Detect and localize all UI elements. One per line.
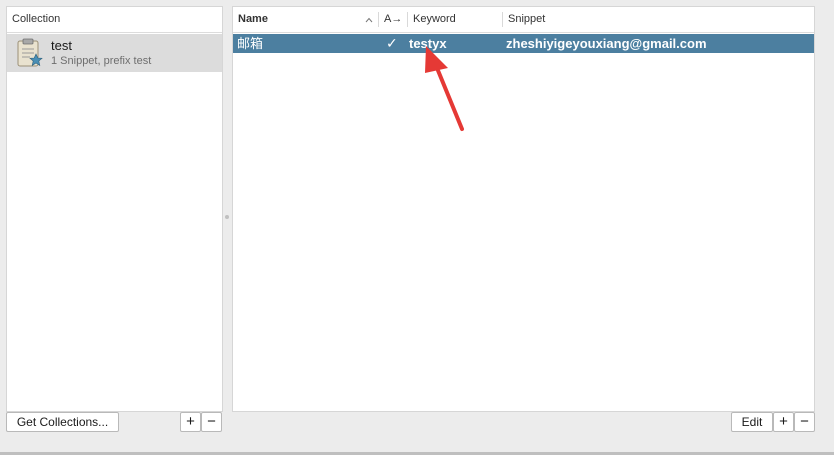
edit-snippet-button[interactable]: Edit xyxy=(731,412,773,432)
remove-snippet-button[interactable]: − xyxy=(794,412,815,432)
remove-collection-button[interactable]: − xyxy=(201,412,222,432)
annotation-arrow-icon xyxy=(425,46,464,131)
add-collection-button[interactable]: + xyxy=(180,412,201,432)
get-collections-button[interactable]: Get Collections... xyxy=(6,412,119,432)
add-snippet-button[interactable]: + xyxy=(773,412,794,432)
